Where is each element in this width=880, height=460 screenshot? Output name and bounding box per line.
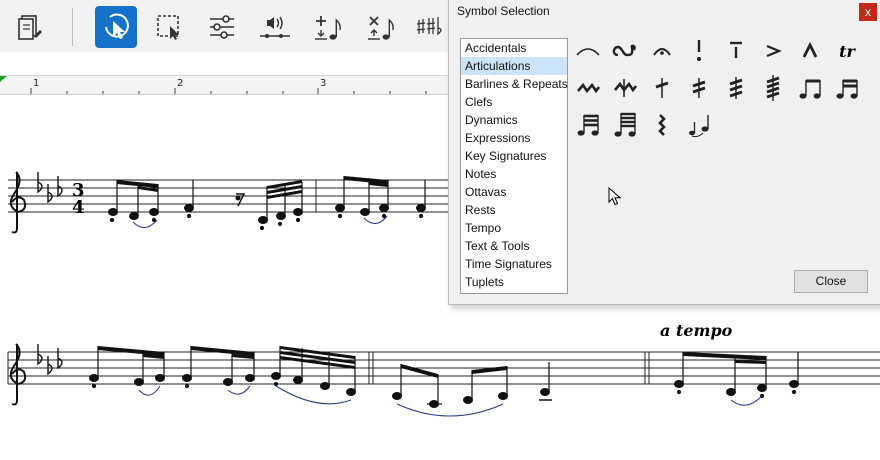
score-setup-icon: [18, 15, 42, 40]
slur-symbol[interactable]: [573, 36, 603, 66]
turn-symbol-icon: [612, 44, 636, 57]
category-item-tuplets[interactable]: Tuplets: [461, 273, 567, 291]
key-signature-1: [37, 172, 63, 204]
fermata-symbol-icon: [653, 48, 671, 56]
marcato-symbol-icon: [802, 41, 818, 58]
ruler-mark-2: 2: [177, 78, 184, 89]
category-item-ottavas[interactable]: Ottavas: [461, 183, 567, 201]
category-item-text-tools[interactable]: Text & Tools: [461, 237, 567, 255]
speaker-playback-icon: [260, 16, 290, 38]
tremolo-4-symbol[interactable]: [758, 73, 788, 103]
add-note-button[interactable]: [307, 6, 349, 48]
inverted-mordent-symbol-icon: [614, 79, 637, 97]
mordent-symbol-icon: [577, 82, 600, 94]
beamed-sixteenths-symbol-icon: [836, 79, 858, 99]
inverted-mordent-symbol[interactable]: [610, 73, 640, 103]
measure-4-notes: [392, 362, 552, 408]
turn-symbol[interactable]: [610, 36, 640, 66]
measure-3-notes: [89, 346, 356, 396]
rectangle-select-button[interactable]: [148, 6, 190, 48]
category-item-clefs[interactable]: Clefs: [461, 93, 567, 111]
measure-5-notes: [674, 352, 799, 399]
mouse-cursor-icon: [608, 187, 622, 206]
tempo-marking: a tempo: [660, 321, 733, 340]
symbol-selection-dialog: Symbol Selection x Accidentals Articulat…: [448, 0, 880, 305]
measure-2-notes: [335, 176, 426, 219]
rectangle-select-icon: [157, 15, 179, 40]
beamed-32nds-symbol-icon: [577, 114, 599, 136]
ruler-mark-1: 1: [33, 78, 40, 89]
slur-symbol-icon: [576, 48, 600, 56]
beamed-eighths-symbol-icon: [799, 79, 821, 99]
accidentals-button[interactable]: [412, 6, 446, 48]
treble-clef-2: [9, 343, 27, 406]
delete-note-button[interactable]: [360, 6, 402, 48]
tenuto-symbol[interactable]: [721, 36, 751, 66]
accent-symbol-icon: [766, 44, 782, 58]
select-tool-button[interactable]: [95, 6, 137, 48]
score-setup-button[interactable]: [8, 6, 50, 48]
category-item-tempo[interactable]: Tempo: [461, 219, 567, 237]
tremolo-1-symbol-icon: [655, 78, 669, 98]
treble-clef-1: [9, 171, 27, 234]
select-arrow-icon: [105, 13, 129, 39]
time-signature-bottom: 4: [72, 197, 85, 218]
ruler-mark-3: 3: [320, 78, 327, 89]
delete-note-icon: [368, 16, 394, 40]
slurs-system-2: [138, 385, 763, 417]
category-item-expressions[interactable]: Expressions: [461, 129, 567, 147]
playback-button[interactable]: [254, 6, 296, 48]
mixer-sliders-icon: [210, 15, 234, 39]
staccato-symbol[interactable]: [684, 36, 714, 66]
measure-1-notes: [108, 180, 303, 231]
tremolo-2-symbol[interactable]: [684, 73, 714, 103]
category-item-key-signatures[interactable]: Key Signatures: [461, 147, 567, 165]
dialog-title: Symbol Selection: [457, 4, 550, 18]
category-item-articulations[interactable]: Articulations: [461, 57, 567, 75]
dialog-close-x-button[interactable]: x: [859, 3, 877, 21]
symbol-grid: tr: [573, 36, 873, 146]
category-item-accidentals[interactable]: Accidentals: [461, 39, 567, 57]
beamed-eighths-symbol[interactable]: [795, 73, 825, 103]
accent-symbol[interactable]: [758, 36, 788, 66]
fermata-symbol[interactable]: [647, 36, 677, 66]
zigzag-tremolo-symbol-icon: [658, 114, 666, 136]
category-item-dynamics[interactable]: Dynamics: [461, 111, 567, 129]
close-button[interactable]: Close: [794, 270, 868, 293]
category-item-rests[interactable]: Rests: [461, 201, 567, 219]
category-item-time-signatures[interactable]: Time Signatures: [461, 255, 567, 273]
tremolo-3-symbol-icon: [729, 77, 743, 99]
mixer-button[interactable]: [201, 6, 243, 48]
tenuto-symbol-icon: [730, 41, 742, 58]
beamed-64ths-symbol[interactable]: [610, 110, 640, 140]
add-note-icon: [315, 16, 341, 40]
beamed-64ths-symbol-icon: [614, 112, 636, 137]
marcato-symbol[interactable]: [795, 36, 825, 66]
category-item-notes[interactable]: Notes: [461, 165, 567, 183]
grace-note-slur-symbol[interactable]: [684, 110, 714, 140]
key-signature-2: [37, 344, 63, 376]
trill-symbol-icon: tr: [839, 41, 855, 61]
tremolo-1-symbol[interactable]: [647, 73, 677, 103]
category-list[interactable]: Accidentals Articulations Barlines & Rep…: [460, 38, 568, 294]
tremolo-3-symbol[interactable]: [721, 73, 751, 103]
accidentals-icon: [416, 17, 442, 36]
zigzag-tremolo-symbol[interactable]: [647, 110, 677, 140]
mordent-symbol[interactable]: [573, 73, 603, 103]
toolbar-separator: [72, 8, 73, 46]
beamed-32nds-symbol[interactable]: [573, 110, 603, 140]
beamed-sixteenths-symbol[interactable]: [832, 73, 862, 103]
tremolo-2-symbol-icon: [692, 78, 706, 98]
grace-note-slur-symbol-icon: [689, 115, 709, 138]
tremolo-4-symbol-icon: [766, 75, 780, 101]
category-item-barlines-repeats[interactable]: Barlines & Repeats: [461, 75, 568, 93]
trill-symbol[interactable]: tr: [832, 36, 862, 66]
staccato-symbol-icon: [697, 40, 701, 61]
